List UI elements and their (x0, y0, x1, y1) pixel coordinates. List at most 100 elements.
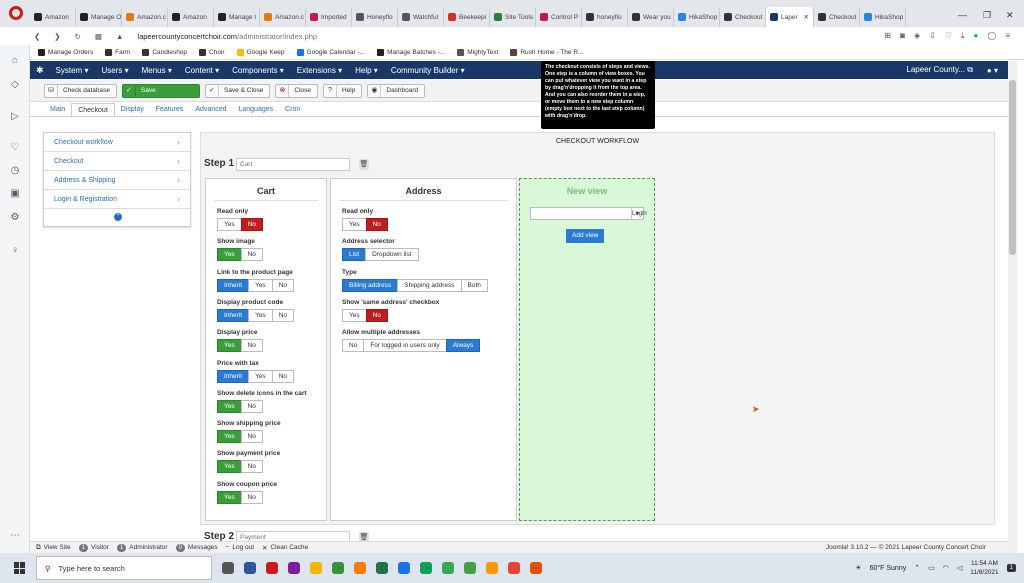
toggle-button[interactable]: Yes (248, 278, 273, 292)
browser-tab[interactable]: Manage O (76, 7, 122, 27)
download-manager-icon[interactable]: ⤓ (961, 31, 965, 41)
taskbar-app-icon[interactable] (376, 562, 388, 574)
view-select[interactable]: Login ▾ (530, 207, 647, 220)
side-menu-item[interactable]: Checkout workflow › (44, 133, 190, 152)
vpn-icon[interactable]: ◈ (914, 31, 920, 41)
trash-step2-icon[interactable]: 🗑 (359, 532, 369, 541)
bookmark-item[interactable]: Manage Batches -... (377, 48, 445, 56)
collapse-up-icon[interactable]: ⌃ (114, 213, 122, 221)
bookmark-item[interactable]: Farm (105, 48, 130, 56)
wifi-icon[interactable]: ◠ (943, 564, 949, 572)
bookmark-item[interactable]: Candleshop (142, 48, 187, 56)
joomla-logo-icon[interactable]: ✱ (36, 65, 44, 76)
toggle-button[interactable]: Yes (217, 248, 242, 262)
network-icon[interactable]: ▭ (928, 564, 935, 572)
trash-icon[interactable]: 🗑 (359, 159, 369, 170)
browser-tab[interactable]: Wear you (628, 7, 674, 27)
home-icon[interactable]: ⌂ (9, 55, 21, 67)
help-button[interactable]: ? Help (323, 83, 363, 98)
speed-dial-sidebar-icon[interactable]: ◇ (9, 79, 21, 91)
step2-name-input[interactable] (236, 531, 350, 541)
weather-icon[interactable]: ☀ (855, 564, 861, 572)
save-button[interactable]: ✓ Save (121, 83, 200, 98)
reload-icon[interactable]: ↻ (75, 32, 81, 41)
menu-item[interactable]: Users ▾ (101, 66, 128, 75)
tab-checkout[interactable]: Checkout (71, 103, 115, 117)
weather-text[interactable]: 60°F Sunny (870, 565, 907, 572)
tab-advanced[interactable]: Advanced (189, 103, 232, 117)
heart-icon[interactable]: ♡ (945, 31, 952, 41)
browser-tab[interactable]: Amazon.c (260, 7, 306, 27)
forward-icon[interactable]: ❯ (54, 32, 60, 41)
taskbar-app-icon[interactable] (420, 562, 432, 574)
volume-icon[interactable]: ◁ (957, 564, 962, 572)
visitor-status[interactable]: 1 Visitor (78, 543, 109, 552)
lightbulb-icon[interactable]: ♀ (9, 245, 21, 257)
check-database-button[interactable]: ⛁ Check database (44, 83, 117, 98)
send-icon[interactable]: ▷ (9, 111, 21, 123)
browser-tab[interactable]: Laper ✕ (766, 7, 814, 27)
notification-badge[interactable]: 1 (1006, 564, 1016, 572)
toggle-button[interactable]: No (271, 278, 294, 292)
side-menu-item[interactable]: Address & Shipping › (44, 171, 190, 190)
toggle-button[interactable]: Dropdown list (365, 248, 419, 262)
user-menu[interactable]: ● ▾ (987, 66, 998, 75)
toggle-button[interactable]: Yes (217, 430, 242, 444)
menu-item[interactable]: Community Builder ▾ (391, 66, 465, 75)
bookmark-item[interactable]: MightyText (457, 48, 498, 56)
step1-name-input[interactable] (236, 158, 350, 171)
toggle-button[interactable]: Yes (248, 369, 273, 383)
side-menu-item[interactable]: Checkout › (44, 152, 190, 171)
toggle-button[interactable]: For logged in users only (363, 339, 447, 353)
toggle-button[interactable]: No (240, 399, 263, 413)
bookmark-item[interactable]: Google Calendar -... (296, 48, 365, 56)
taskbar-search[interactable]: ⚲ Type here to search (36, 556, 212, 580)
toggle-button[interactable]: No (240, 248, 263, 262)
messages-status[interactable]: 0 Messages (175, 543, 218, 552)
tab-display[interactable]: Display (115, 103, 150, 117)
speed-dial-icon[interactable]: ▦ (95, 32, 102, 41)
extension-b-icon[interactable]: ● (974, 31, 979, 41)
browser-tab[interactable]: Honeyflo (352, 7, 398, 27)
toggle-button[interactable]: List (342, 248, 367, 262)
menu-icon[interactable]: ≡ (1005, 31, 1010, 41)
view-site-link[interactable]: ⧉ View Site (36, 544, 71, 552)
taskbar-app-icon[interactable] (530, 562, 542, 574)
address-view-box[interactable]: Address Read only Yes No Address selector Li… (330, 178, 517, 521)
toggle-button[interactable]: Yes (248, 308, 273, 322)
browser-tab[interactable]: Amazon (168, 7, 214, 27)
save-close-button[interactable]: ✓ Save & Close (204, 83, 271, 98)
close-button[interactable]: ⊗ Close (275, 83, 318, 98)
taskbar-app-icon[interactable] (464, 562, 476, 574)
browser-tab[interactable]: HikaShop (860, 7, 906, 27)
toggle-button[interactable]: No (240, 218, 263, 231)
toggle-button[interactable]: Yes (342, 218, 367, 231)
camera-icon[interactable]: ◙ (900, 31, 905, 41)
toggle-button[interactable]: No (240, 430, 263, 444)
toggle-button[interactable]: Yes (217, 339, 242, 353)
dashboard-button[interactable]: ◉ Dashboard (367, 83, 426, 98)
taskbar-app-icon[interactable] (332, 562, 344, 574)
browser-tab[interactable]: Imported (306, 7, 352, 27)
cube-icon[interactable]: ▣ (9, 188, 21, 200)
toggle-button[interactable]: Inherit (217, 308, 250, 322)
bookmark-item[interactable]: Rush Home - The R... (510, 48, 583, 56)
toggle-button[interactable]: Inherit (217, 369, 250, 383)
maximize-icon[interactable]: ❐ (983, 10, 991, 21)
tab-languages[interactable]: Languages (232, 103, 279, 117)
toggle-button[interactable]: No (271, 369, 294, 383)
logout-link[interactable]: − Log out (226, 544, 254, 551)
browser-tab[interactable]: Beekeepi (444, 7, 490, 27)
tab-cron[interactable]: Cron (279, 103, 306, 117)
toggle-button[interactable]: No (240, 460, 263, 474)
taskbar-app-icon[interactable] (398, 562, 410, 574)
tray-chevron-icon[interactable]: ⌃ (914, 564, 920, 572)
toggle-button[interactable]: Yes (217, 399, 242, 413)
heart-sidebar-icon[interactable]: ♡ (9, 142, 21, 154)
taskbar-app-icon[interactable] (222, 562, 234, 574)
new-view-dropzone[interactable]: New view Login ▾ Add view (519, 178, 655, 521)
scrollbar-thumb[interactable] (1009, 80, 1016, 255)
toggle-button[interactable]: No (240, 490, 263, 504)
menu-item[interactable]: Menus ▾ (142, 66, 172, 75)
back-icon[interactable]: ❮ (34, 32, 40, 41)
